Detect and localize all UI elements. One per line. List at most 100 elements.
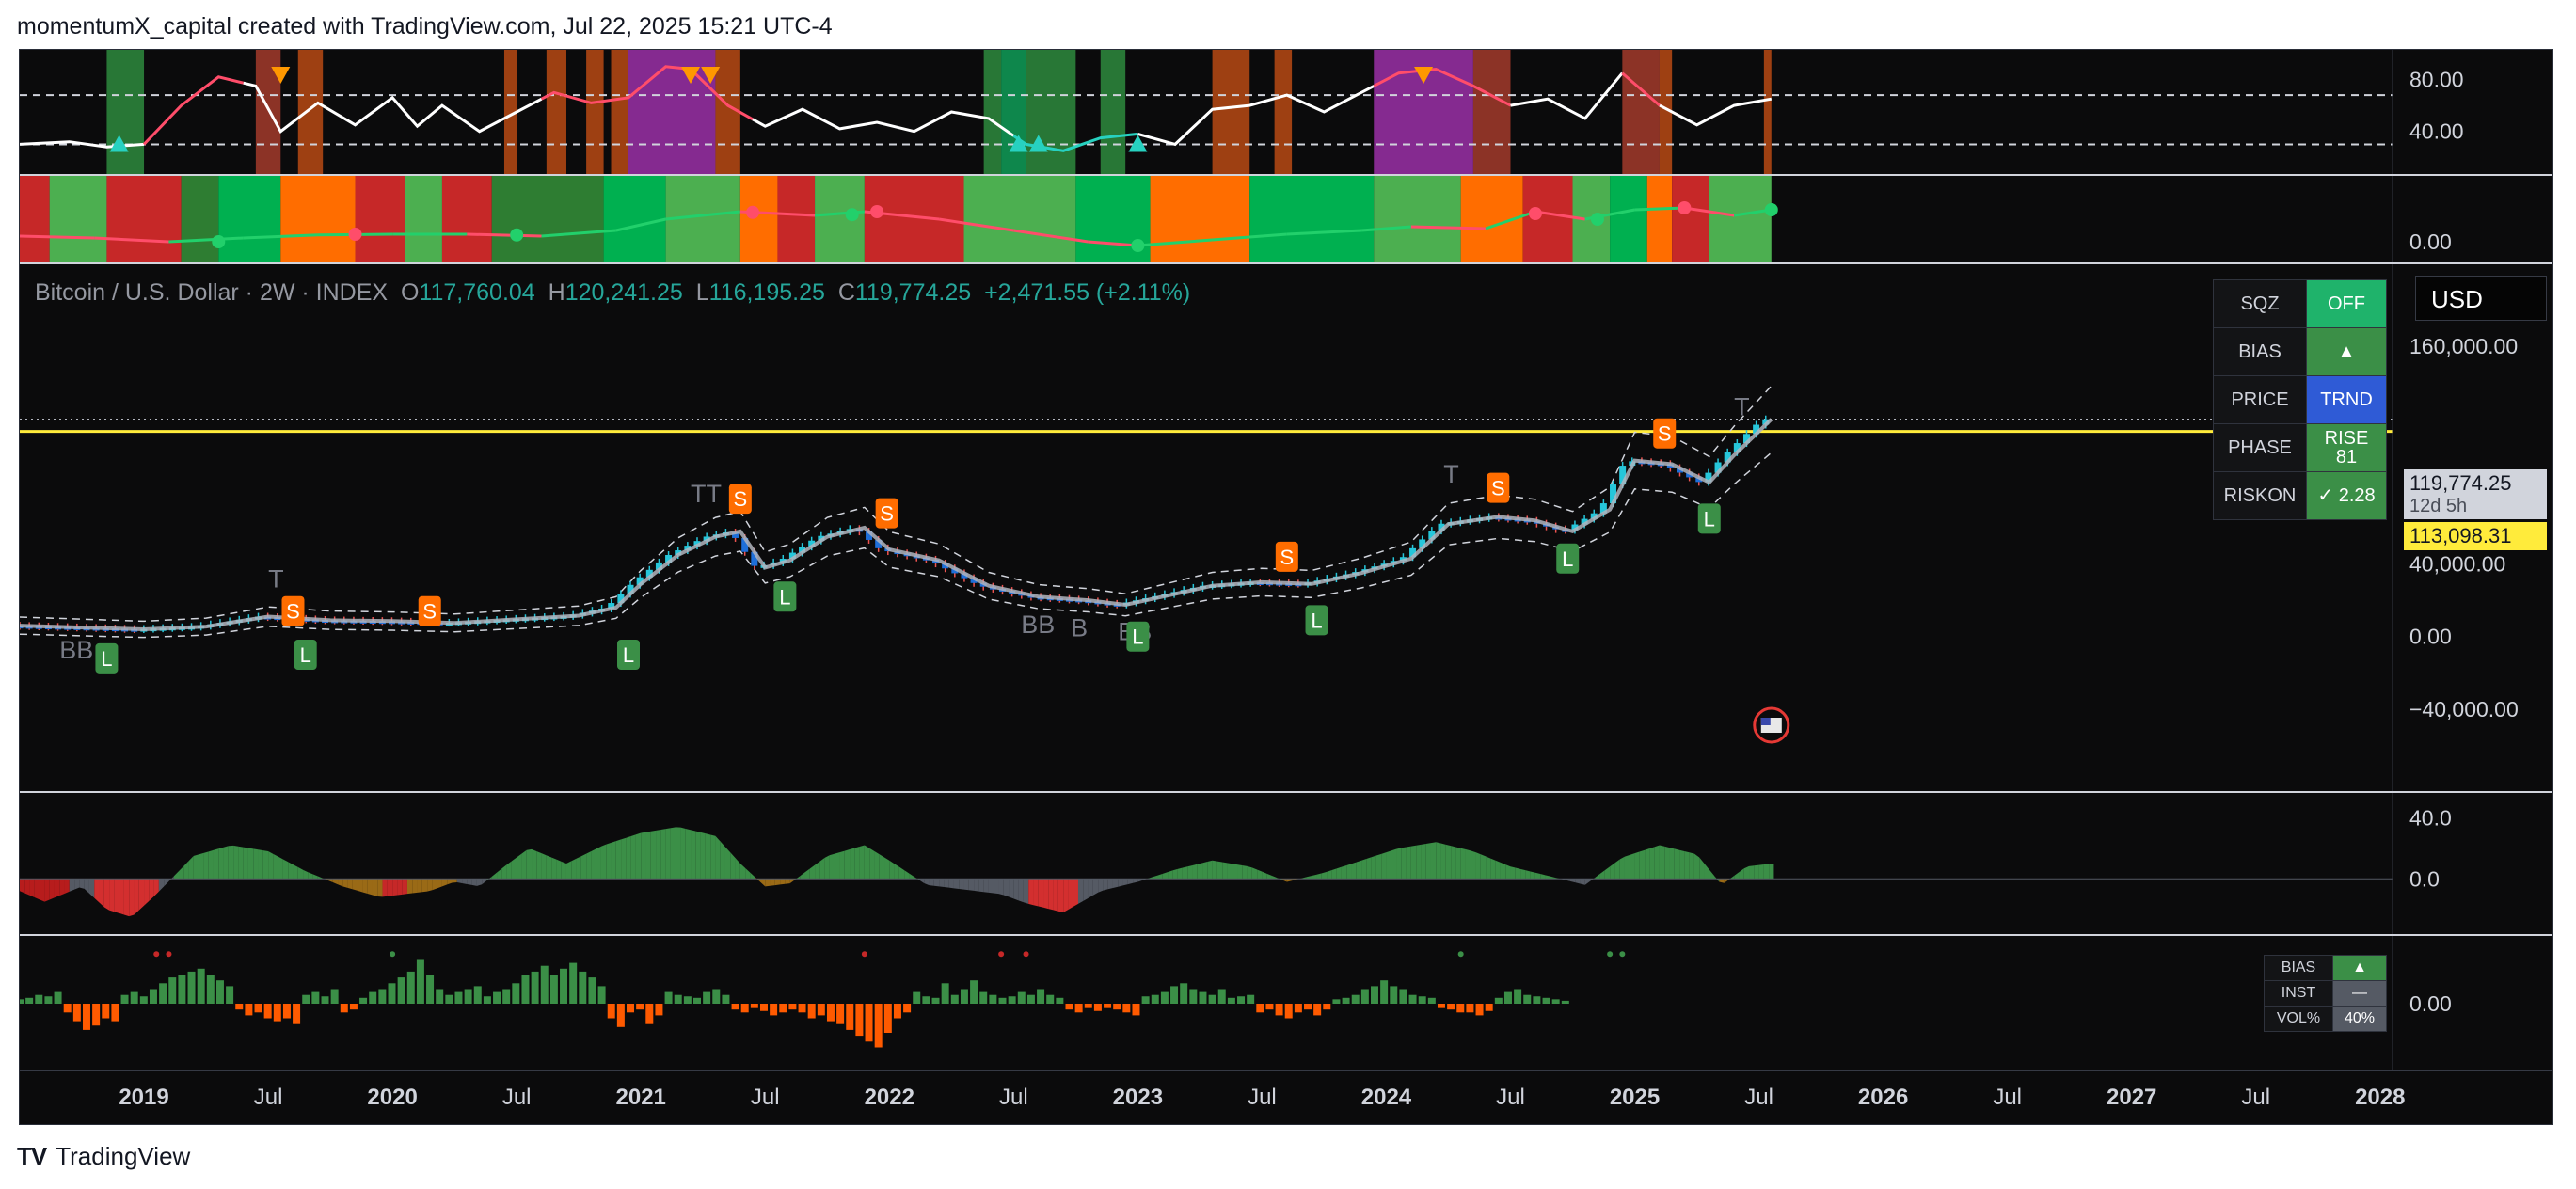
swing-label: TT — [691, 480, 722, 508]
time-axis-month-label: Jul — [1248, 1085, 1277, 1110]
volume-bar — [340, 1004, 348, 1013]
volume-bar — [378, 989, 387, 1004]
momentum-area-slice — [54, 879, 60, 898]
momentum-area-slice — [1590, 877, 1596, 881]
volume-bar — [120, 994, 129, 1004]
momentum-area-slice — [64, 879, 70, 894]
volume-bar — [483, 996, 491, 1004]
volume-bar — [1017, 991, 1026, 1004]
momentum-area-slice — [114, 879, 119, 913]
time-axis[interactable]: 2019 Jul 2020 Jul 2021 Jul 2022 Jul 2023 Jul 2024 J… — [20, 1070, 2552, 1124]
momentum-area-slice — [213, 848, 219, 880]
momentum-area-slice — [342, 879, 348, 888]
volume-bar — [1151, 994, 1159, 1004]
volume-bar — [979, 991, 988, 1004]
volume-bar — [560, 968, 568, 1004]
oscillator-line — [1659, 97, 1773, 127]
regime-band — [1709, 176, 1772, 262]
oscillator-pane[interactable]: 80.00 40.00 — [20, 50, 2552, 174]
volume-bar — [44, 996, 53, 1004]
volume-bar — [798, 1004, 806, 1013]
momentum-area-slice — [1048, 879, 1054, 911]
momentum-area-slice — [1391, 848, 1397, 880]
oscillator-band — [1274, 50, 1293, 174]
momentum-area-slice — [1381, 852, 1387, 880]
volume-pane[interactable]: 0.00 BIAS ▲ INST — VOL% 40% — [20, 936, 2552, 1071]
volume-bar — [779, 1004, 787, 1013]
volume-bar — [883, 1004, 892, 1033]
momentum-area-slice — [497, 868, 502, 880]
signal-marker-text: L — [1704, 507, 1715, 531]
volume-bar — [1456, 1004, 1465, 1013]
signal-marker-text: S — [1491, 477, 1505, 500]
momentum-area-slice — [565, 861, 572, 880]
volume-bar — [1265, 1004, 1274, 1010]
volume-bar — [674, 994, 682, 1004]
momentum-area-slice — [1599, 870, 1605, 880]
bar-countdown: 12d 5h — [2409, 496, 2468, 516]
momentum-area-slice — [417, 879, 422, 893]
time-axis-year-label: 2023 — [1112, 1085, 1164, 1110]
regime-pane[interactable]: 0.00 — [20, 176, 2552, 262]
volume-bar — [712, 989, 721, 1004]
momentum-area-slice — [1540, 874, 1546, 880]
momentum-area-slice — [1634, 851, 1640, 880]
volume-bar — [1380, 980, 1389, 1004]
momentum-area-slice — [437, 879, 442, 889]
momentum-area-slice — [1202, 862, 1208, 880]
momentum-area-slice — [1172, 868, 1178, 880]
momentum-area-slice — [1187, 864, 1193, 880]
volume-bar — [950, 994, 959, 1004]
volume-bar — [1304, 1004, 1312, 1010]
momentum-area-slice — [1023, 879, 1029, 904]
volume-bar — [1026, 994, 1035, 1004]
momentum-area-slice — [994, 879, 999, 895]
momentum-area-slice — [1386, 850, 1391, 880]
momentum-area-slice — [1222, 862, 1228, 880]
volume-bar — [1237, 996, 1246, 1004]
volume-bar — [349, 1004, 358, 1010]
volume-bar — [464, 989, 472, 1004]
volume-bar — [740, 1004, 749, 1013]
oscillator-chart: 80.00 40.00 — [20, 50, 2552, 174]
volume-bar — [72, 1004, 81, 1022]
volume-bar — [989, 994, 997, 1004]
momentum-area-slice — [1312, 874, 1317, 880]
oscillator-band — [1763, 50, 1772, 174]
volume-bar — [149, 989, 157, 1004]
momentum-area-slice — [1028, 879, 1034, 906]
volume-signal-dot — [1457, 951, 1464, 958]
regime-band — [777, 176, 816, 262]
momentum-area-slice — [983, 879, 989, 893]
volume-bar — [473, 986, 482, 1004]
volume-bar — [436, 989, 444, 1004]
volume-bar — [722, 994, 730, 1004]
momentum-area-slice — [397, 879, 403, 896]
volume-bar — [1523, 994, 1532, 1004]
momentum-area-slice — [586, 851, 592, 880]
momentum-area-slice — [948, 879, 954, 889]
volume-bar — [1351, 994, 1360, 1004]
volume-bar — [807, 1004, 816, 1019]
momentum-area-slice — [676, 827, 681, 880]
momentum-area-slice — [1743, 865, 1750, 880]
momentum-area-slice — [660, 829, 666, 880]
regime-point — [348, 228, 362, 241]
time-axis-month-label: Jul — [1993, 1085, 2022, 1110]
volume-bar — [1113, 1004, 1121, 1010]
momentum-area-slice — [1346, 864, 1352, 880]
volume-bar — [1551, 999, 1560, 1004]
momentum-area-slice — [288, 862, 294, 880]
volume-signal-dot — [166, 951, 172, 958]
regime-band — [491, 176, 604, 262]
momentum-area-slice — [978, 879, 984, 893]
momentum-pane[interactable]: 40.0 0.0 — [20, 793, 2552, 934]
momentum-area-slice — [134, 879, 139, 915]
price-scale-tick-label: 40,000.00 — [2409, 552, 2505, 577]
regime-band — [1672, 176, 1709, 262]
volume-bar — [607, 1004, 615, 1019]
oscillator-band — [106, 50, 145, 174]
currency-button[interactable]: USD — [2415, 276, 2547, 321]
price-pane[interactable]: BBTTTBBBBBTTSSSSSSSLLLLLLLL160,000.0080,… — [20, 264, 2552, 791]
momentum-area-slice — [467, 879, 472, 885]
